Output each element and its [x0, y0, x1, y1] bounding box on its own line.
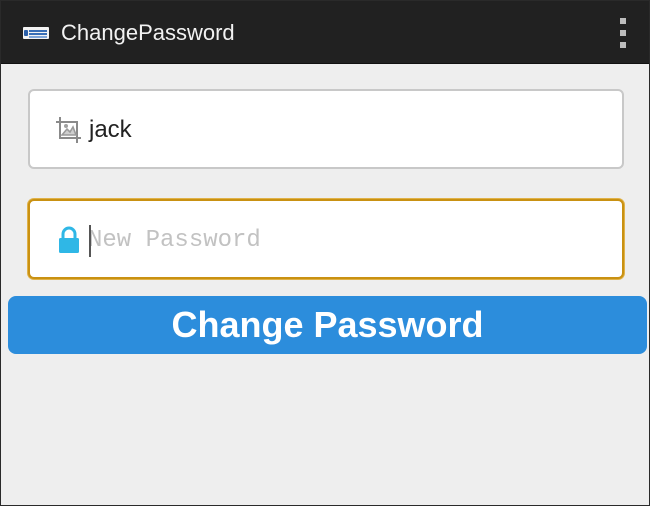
new-password-field[interactable] [28, 199, 624, 279]
crop-image-icon [54, 115, 84, 145]
username-value: jack [89, 116, 132, 143]
overflow-menu-icon[interactable] [617, 18, 627, 48]
username-field[interactable]: jack [28, 89, 624, 169]
app-window: ChangePassword jack Change Password [0, 0, 650, 506]
app-logo-icon [23, 27, 49, 39]
action-bar: ChangePassword [1, 1, 649, 64]
lock-icon [54, 225, 84, 255]
new-password-input[interactable] [88, 223, 588, 257]
text-caret [89, 225, 91, 257]
app-title: ChangePassword [61, 20, 235, 45]
change-password-button[interactable]: Change Password [8, 296, 647, 354]
